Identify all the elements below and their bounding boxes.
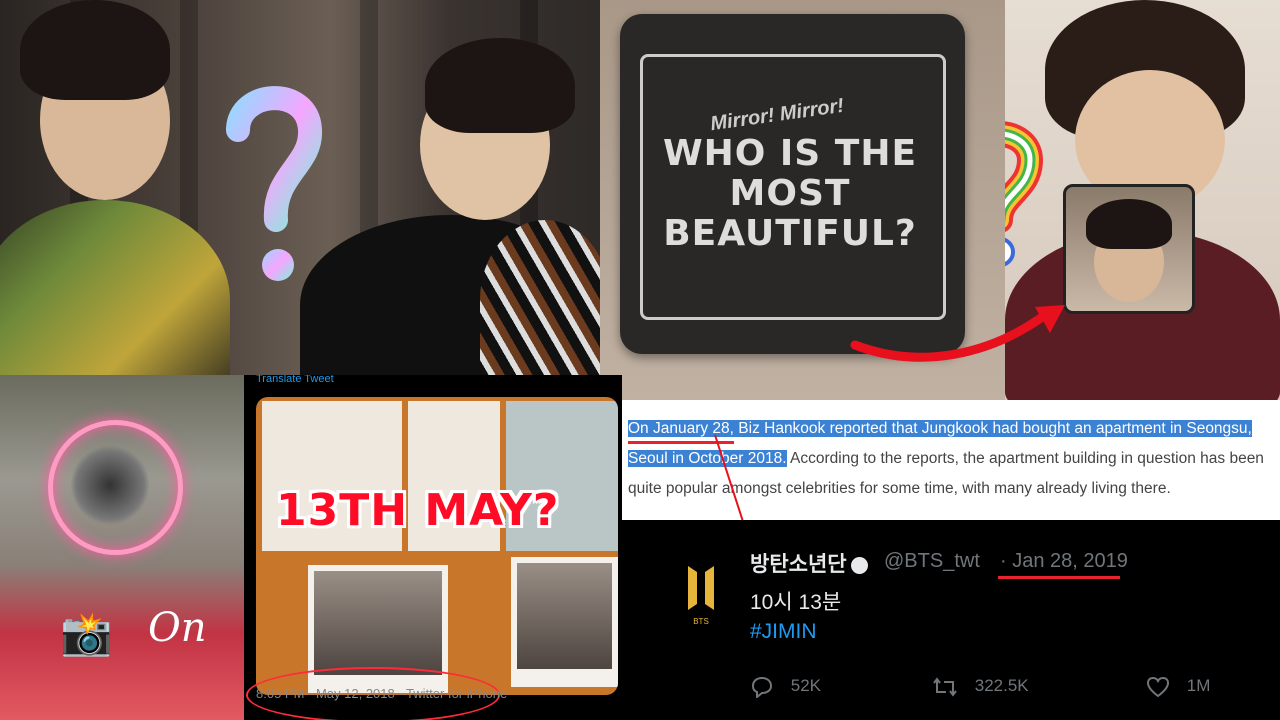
reply-action[interactable]: 52K — [750, 676, 821, 700]
tweet-date[interactable]: · Jan 28, 2019 — [1000, 550, 1128, 573]
patterned-shirt — [480, 220, 600, 375]
camera-icon: 📸 — [60, 610, 113, 657]
photo-two-people — [0, 0, 600, 375]
sign-line: BEAUTIFUL? — [663, 213, 917, 254]
photo-bike-scene: 📸 On — [0, 375, 244, 720]
like-count: 1M — [1186, 676, 1211, 696]
bts-tweet: BTS 방탄소년단 @BTS_twt · Jan 28, 2019 10시 13… — [622, 520, 1280, 720]
polaroid-image — [517, 563, 612, 669]
rainbow-question-icon — [1005, 121, 1044, 267]
tweet-photo: 13TH MAY? — [256, 397, 618, 695]
polaroid-photo — [511, 557, 618, 687]
reply-count: 52K — [790, 676, 821, 696]
sign-main-text: WHO IS THE MOST BEAUTIFUL? — [660, 134, 920, 254]
tweet-text: 10시 13분 — [750, 591, 842, 614]
person-left-hair — [20, 0, 170, 100]
mirror-reflection-hair — [1086, 199, 1172, 249]
overlay-13th-may: 13TH MAY? — [276, 485, 560, 536]
photo-tweet: Translate Tweet 13TH MAY? 8:05 PM · May … — [244, 375, 622, 720]
bts-logo-icon: BTS — [688, 566, 714, 626]
tweet-date-separator: · — [1000, 550, 1007, 572]
sign-line: MOST — [729, 173, 851, 214]
reply-icon — [751, 676, 773, 700]
verified-badge-icon — [850, 556, 868, 574]
hand-mirror — [1063, 184, 1195, 314]
retweet-count: 322.5K — [974, 676, 1029, 696]
person-right-hair — [425, 38, 575, 133]
question-mark-icon — [226, 86, 322, 281]
tweet-handle[interactable]: @BTS_twt — [884, 550, 980, 573]
retweet-action[interactable]: 322.5K — [932, 676, 1029, 698]
polaroid-image — [314, 571, 442, 675]
red-underline — [998, 576, 1120, 579]
tweet-hashtag[interactable]: #JIMIN — [750, 620, 817, 644]
like-action[interactable]: 1M — [1146, 676, 1210, 698]
tweet-date-text: Jan 28, 2019 — [1012, 550, 1128, 572]
tweet-display-name[interactable]: 방탄소년단 — [750, 548, 868, 578]
retweet-icon — [933, 677, 957, 697]
tweet-timestamp: 8:05 PM · May 12, 2018 · Twitter for iPh… — [256, 686, 508, 701]
translate-tweet-link[interactable]: Translate Tweet — [256, 375, 334, 385]
heart-icon — [1146, 676, 1170, 698]
bike-figure — [70, 445, 150, 525]
bts-logo-text: BTS — [693, 617, 709, 626]
on-label: On — [148, 605, 207, 651]
red-arrow-icon — [850, 305, 1065, 362]
sign-line: WHO IS THE — [662, 133, 918, 174]
display-name-text: 방탄소년단 — [750, 553, 847, 576]
